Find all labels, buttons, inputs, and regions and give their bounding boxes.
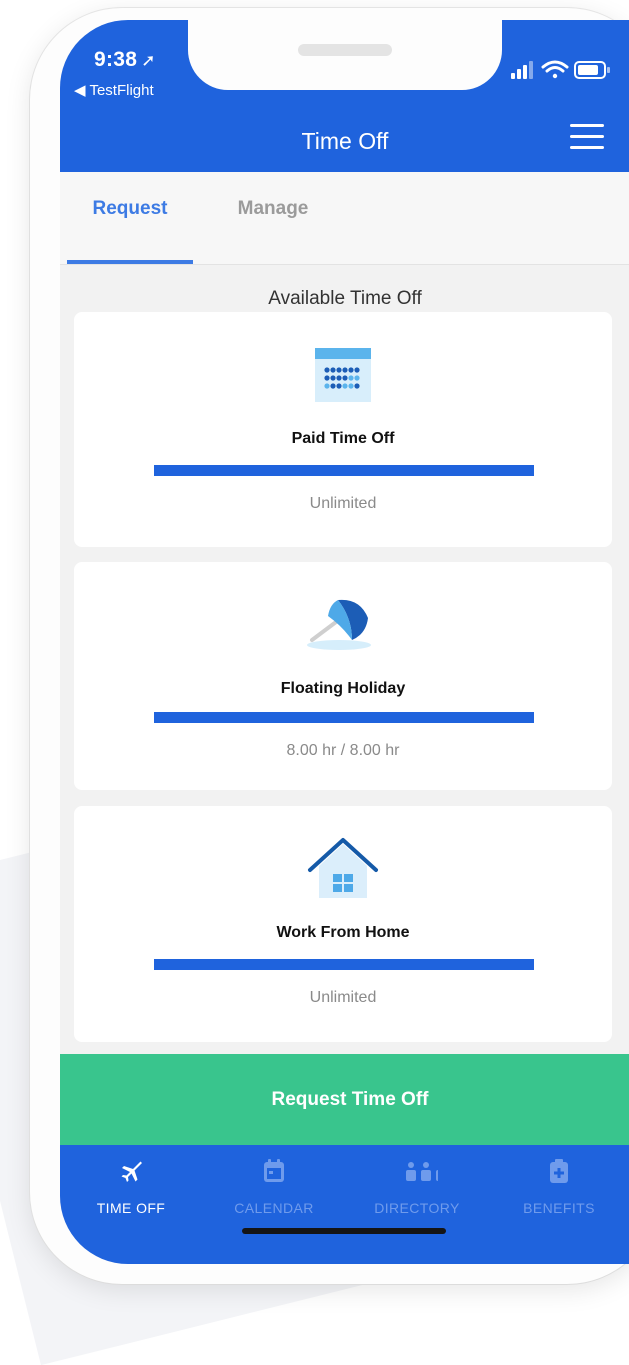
status-icons <box>511 60 610 79</box>
airplane-icon <box>121 1161 142 1182</box>
back-app-label: TestFlight <box>89 82 154 99</box>
nav-directory[interactable]: DIRECTORY <box>346 1145 488 1235</box>
card-balance: Unlimited <box>309 989 377 1006</box>
tab-request[interactable]: Request <box>67 172 193 264</box>
bottom-nav: TIME OFF CALENDAR DIRECTORY BENEFITS <box>60 1145 629 1264</box>
request-time-off-button[interactable]: Request Time Off <box>60 1054 629 1145</box>
location-arrow-icon: ➚ <box>141 51 156 70</box>
people-icon <box>406 1162 438 1181</box>
card-work-from-home[interactable]: Work From Home Unlimited <box>74 806 612 1042</box>
hamburger-menu-icon[interactable] <box>570 124 604 150</box>
wifi-icon <box>541 60 569 79</box>
beach-umbrella-icon <box>302 596 384 656</box>
speaker-grille <box>298 44 392 56</box>
card-title: Work From Home <box>276 924 410 941</box>
section-title: Available Time Off <box>268 288 422 309</box>
top-bar: 9:38 ➚ ◀ TestFlight Time Off <box>60 20 629 172</box>
battery-icon <box>574 61 610 79</box>
nav-label: TIME OFF <box>96 1200 166 1216</box>
back-to-app-link[interactable]: ◀ TestFlight <box>74 81 154 99</box>
card-balance: Unlimited <box>309 495 377 512</box>
status-time: 9:38 ➚ <box>94 48 156 72</box>
house-icon <box>302 836 384 898</box>
nav-label: BENEFITS <box>523 1200 595 1216</box>
home-indicator[interactable] <box>242 1228 446 1234</box>
tab-bar: Request Manage <box>60 172 629 265</box>
card-balance: 8.00 hr / 8.00 hr <box>286 742 400 759</box>
back-triangle-icon: ◀ <box>74 82 86 99</box>
calendar-icon <box>264 1159 284 1182</box>
balance-progress-bar <box>154 465 534 476</box>
app-screen: 9:38 ➚ ◀ TestFlight Time Off Request Man… <box>60 20 629 1264</box>
nav-time-off[interactable]: TIME OFF <box>60 1145 202 1235</box>
balance-progress-bar <box>154 712 534 723</box>
nav-benefits[interactable]: BENEFITS <box>488 1145 629 1235</box>
phone-notch <box>188 20 502 90</box>
tab-manage[interactable]: Manage <box>210 172 336 264</box>
medical-kit-icon <box>550 1159 568 1183</box>
progress-fill <box>154 465 534 476</box>
card-title: Floating Holiday <box>280 680 406 697</box>
nav-label: DIRECTORY <box>374 1200 460 1216</box>
status-time-text: 9:38 <box>94 48 138 71</box>
card-title: Paid Time Off <box>291 430 395 447</box>
signal-icon <box>511 61 533 79</box>
balance-progress-bar <box>154 959 534 970</box>
calendar-icon <box>302 348 384 408</box>
card-paid-time-off[interactable]: Paid Time Off Unlimited <box>74 312 612 547</box>
nav-calendar[interactable]: CALENDAR <box>203 1145 345 1235</box>
progress-fill <box>154 712 534 723</box>
progress-fill <box>154 959 534 970</box>
nav-label: CALENDAR <box>234 1200 314 1216</box>
card-floating-holiday[interactable]: Floating Holiday 8.00 hr / 8.00 hr <box>74 562 612 790</box>
page-title: Time Off <box>301 128 389 154</box>
